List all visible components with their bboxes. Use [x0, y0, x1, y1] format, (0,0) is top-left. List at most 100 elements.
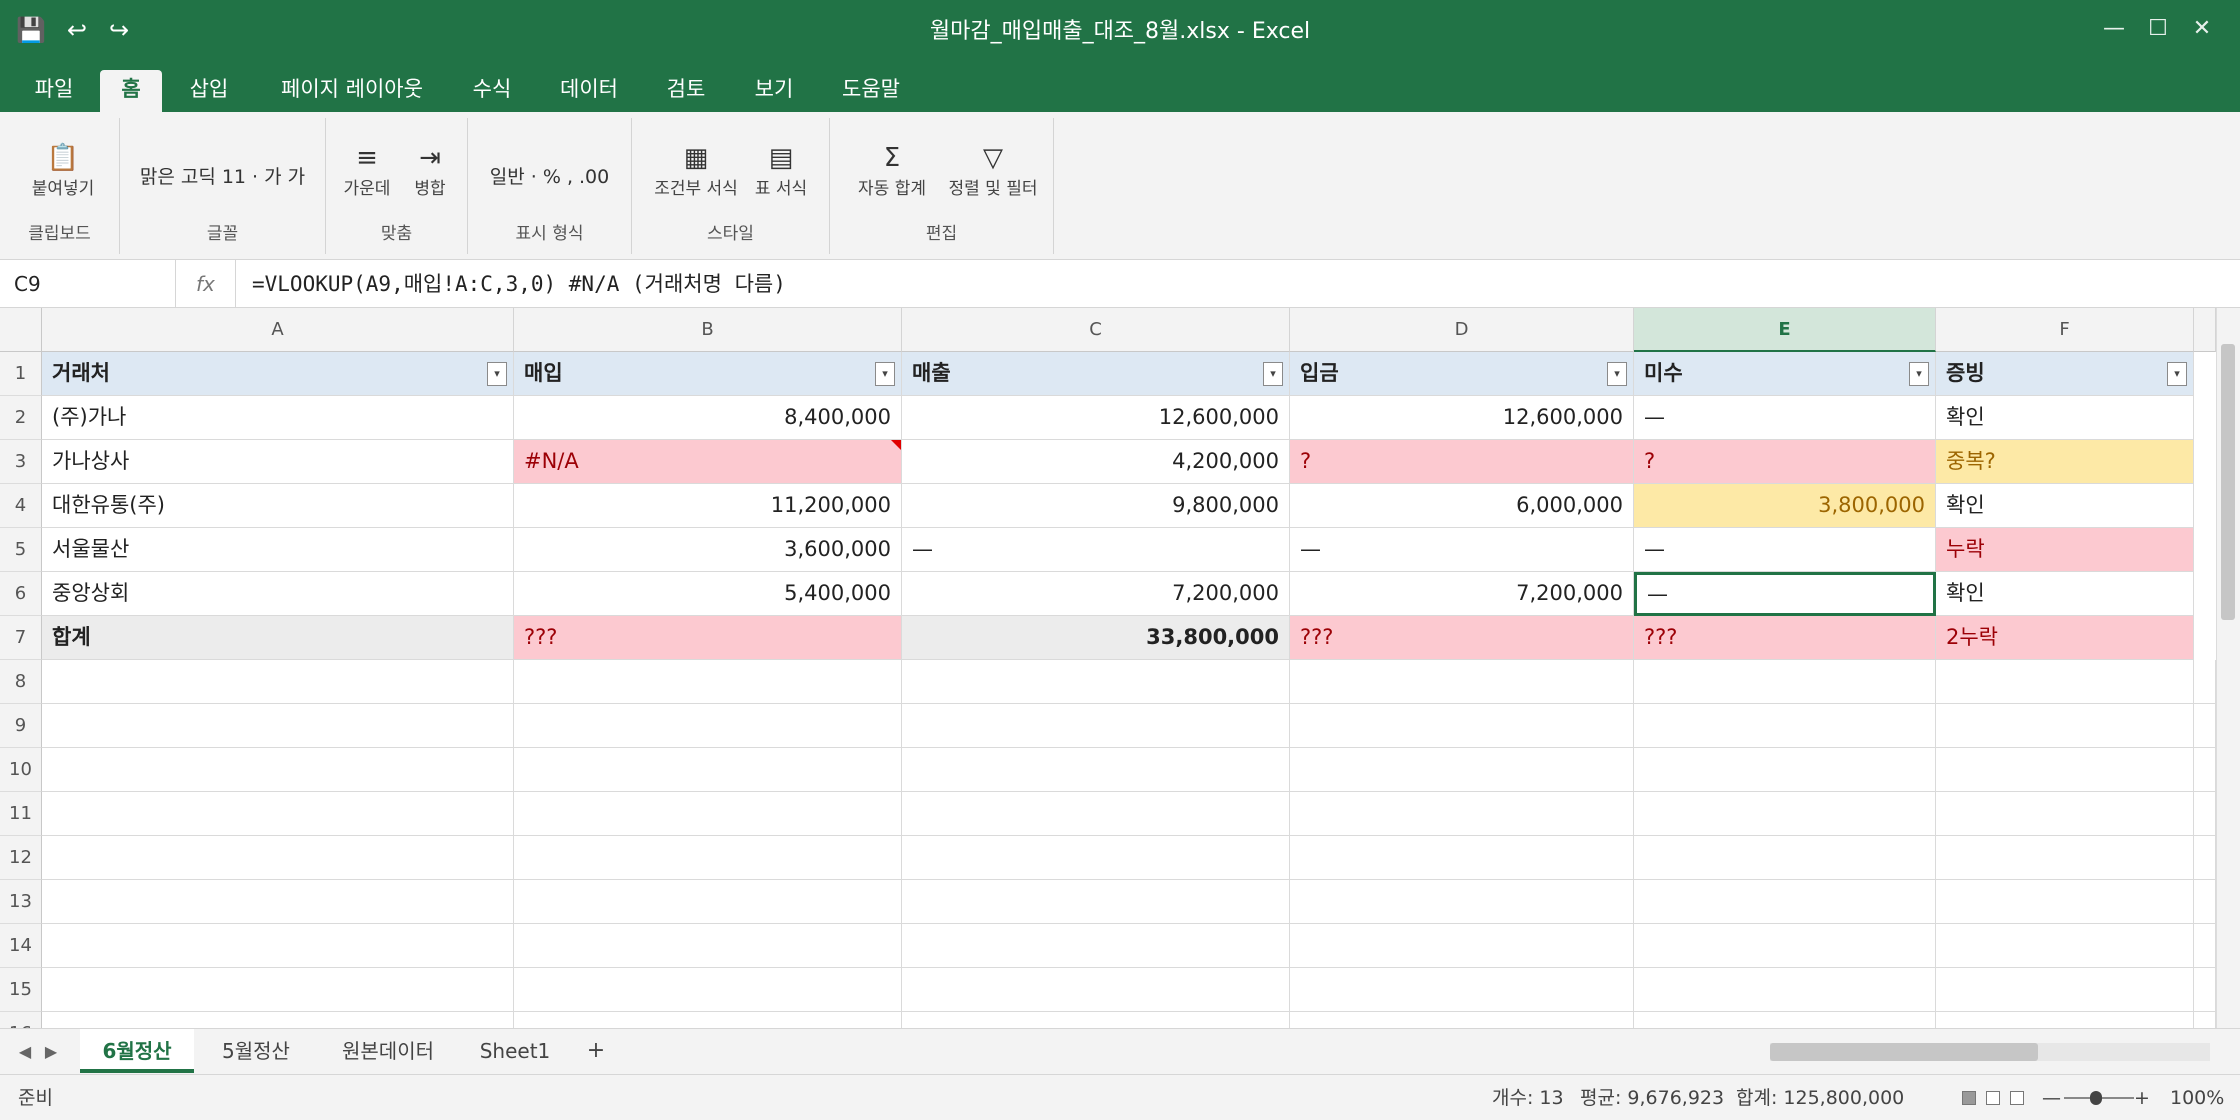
empty-cell[interactable]	[42, 968, 514, 1012]
empty-cell[interactable]	[1936, 660, 2194, 704]
autosum-button[interactable]: Σ 자동 합계	[848, 142, 936, 199]
empty-cell[interactable]	[42, 880, 514, 924]
format-table-button[interactable]: ▤ 표 서식	[744, 142, 818, 199]
number-format-selector[interactable]: 일반 · % , .00	[468, 162, 631, 189]
horizontal-scrollbar[interactable]	[1770, 1043, 2210, 1061]
row-header[interactable]: 8	[0, 660, 42, 704]
sheet-tab-may[interactable]: 5월정산	[206, 1029, 306, 1073]
column-header-b[interactable]: B	[514, 308, 902, 352]
filter-dropdown-button[interactable]: ▾	[487, 362, 507, 386]
cell-b6[interactable]: 5,400,000	[514, 572, 902, 616]
select-all-button[interactable]	[0, 308, 42, 352]
empty-cell[interactable]	[902, 968, 1290, 1012]
cell-d7[interactable]: ???	[1290, 616, 1634, 660]
empty-cell[interactable]	[42, 836, 514, 880]
cell-e5[interactable]: —	[1634, 528, 1936, 572]
empty-cell[interactable]	[42, 1012, 514, 1028]
empty-cell[interactable]	[1634, 880, 1936, 924]
empty-cell[interactable]	[1936, 748, 2194, 792]
empty-cell[interactable]	[1936, 1012, 2194, 1028]
row-header[interactable]: 10	[0, 748, 42, 792]
table-header-cell[interactable]: 매출 ▾	[902, 352, 1290, 396]
row-header[interactable]: 3	[0, 440, 42, 484]
comment-indicator[interactable]	[891, 440, 901, 450]
empty-cell[interactable]	[514, 1012, 902, 1028]
normal-view-icon[interactable]	[1962, 1091, 1976, 1105]
cell-d4[interactable]: 6,000,000	[1290, 484, 1634, 528]
empty-cell[interactable]	[42, 792, 514, 836]
empty-cell[interactable]	[1634, 836, 1936, 880]
row-header[interactable]: 15	[0, 968, 42, 1012]
add-sheet-button[interactable]: +	[574, 1029, 618, 1073]
empty-cell[interactable]	[514, 792, 902, 836]
empty-cell[interactable]	[902, 1012, 1290, 1028]
cell-d6[interactable]: 7,200,000	[1290, 572, 1634, 616]
empty-cell[interactable]	[2194, 924, 2216, 968]
empty-cell[interactable]	[42, 660, 514, 704]
empty-cell[interactable]	[514, 660, 902, 704]
cell-c5[interactable]: —	[902, 528, 1290, 572]
empty-cell[interactable]	[1290, 792, 1634, 836]
empty-cell[interactable]	[514, 836, 902, 880]
table-header-cell[interactable]: 거래처 ▾	[42, 352, 514, 396]
maximize-button[interactable]: ☐	[2138, 12, 2178, 46]
empty-cell[interactable]	[1290, 836, 1634, 880]
tab-insert[interactable]: 삽입	[172, 70, 246, 112]
sheet-tab-june[interactable]: 6월정산	[80, 1029, 194, 1073]
zoom-out-button[interactable]: —	[2042, 1075, 2061, 1120]
page-break-view-icon[interactable]	[2010, 1091, 2024, 1105]
empty-cell[interactable]	[42, 704, 514, 748]
empty-cell[interactable]	[2194, 880, 2216, 924]
tab-formulas[interactable]: 수식	[456, 70, 528, 112]
cell-f2[interactable]: 확인	[1936, 396, 2194, 440]
table-header-cell[interactable]: 입금 ▾	[1290, 352, 1634, 396]
empty-cell[interactable]	[902, 924, 1290, 968]
filter-dropdown-button[interactable]: ▾	[1263, 362, 1283, 386]
cell-d2[interactable]: 12,600,000	[1290, 396, 1634, 440]
cell-a4[interactable]: 대한유통(주)	[42, 484, 514, 528]
cell-b3[interactable]: #N/A	[514, 440, 902, 484]
empty-cell[interactable]	[902, 660, 1290, 704]
merge-button[interactable]: ⇥ 병합	[400, 142, 460, 199]
sheet-tab-sheet1[interactable]: Sheet1	[470, 1029, 560, 1073]
cell-d3[interactable]: ?	[1290, 440, 1634, 484]
name-box[interactable]: C9	[0, 260, 176, 308]
cell-f3[interactable]: 중복?	[1936, 440, 2194, 484]
empty-cell[interactable]	[514, 924, 902, 968]
row-header[interactable]: 7	[0, 616, 42, 660]
empty-cell[interactable]	[1936, 836, 2194, 880]
empty-cell[interactable]	[1936, 792, 2194, 836]
empty-cell[interactable]	[514, 880, 902, 924]
cell-a3[interactable]: 가나상사	[42, 440, 514, 484]
empty-cell[interactable]	[1290, 968, 1634, 1012]
row-header[interactable]: 5	[0, 528, 42, 572]
insert-function-icon[interactable]: fx	[196, 260, 236, 308]
cell-f4[interactable]: 확인	[1936, 484, 2194, 528]
cell-c4[interactable]: 9,800,000	[902, 484, 1290, 528]
empty-cell[interactable]	[902, 836, 1290, 880]
empty-cell[interactable]	[1936, 968, 2194, 1012]
filter-dropdown-button[interactable]: ▾	[875, 362, 895, 386]
cell-c7[interactable]: 33,800,000	[902, 616, 1290, 660]
cell-c2[interactable]: 12,600,000	[902, 396, 1290, 440]
cell-b7[interactable]: ???	[514, 616, 902, 660]
row-header[interactable]: 14	[0, 924, 42, 968]
cell-a6[interactable]: 중앙상회	[42, 572, 514, 616]
minimize-button[interactable]: —	[2094, 12, 2134, 46]
empty-cell[interactable]	[902, 880, 1290, 924]
horizontal-scroll-thumb[interactable]	[1770, 1043, 2038, 1061]
empty-cell[interactable]	[1936, 880, 2194, 924]
empty-cell[interactable]	[42, 748, 514, 792]
empty-cell[interactable]	[1634, 1012, 1936, 1028]
zoom-in-button[interactable]: +	[2134, 1075, 2150, 1120]
empty-cell[interactable]	[1936, 704, 2194, 748]
sort-filter-button[interactable]: ▽ 정렬 및 필터	[938, 142, 1048, 199]
filter-dropdown-button[interactable]: ▾	[1607, 362, 1627, 386]
cell-a5[interactable]: 서울물산	[42, 528, 514, 572]
empty-cell[interactable]	[2194, 792, 2216, 836]
empty-cell[interactable]	[1634, 968, 1936, 1012]
empty-cell[interactable]	[902, 792, 1290, 836]
table-header-cell[interactable]: 매입 ▾	[514, 352, 902, 396]
column-header-e[interactable]: E	[1634, 308, 1936, 352]
tab-page-layout[interactable]: 페이지 레이아웃	[260, 70, 444, 112]
